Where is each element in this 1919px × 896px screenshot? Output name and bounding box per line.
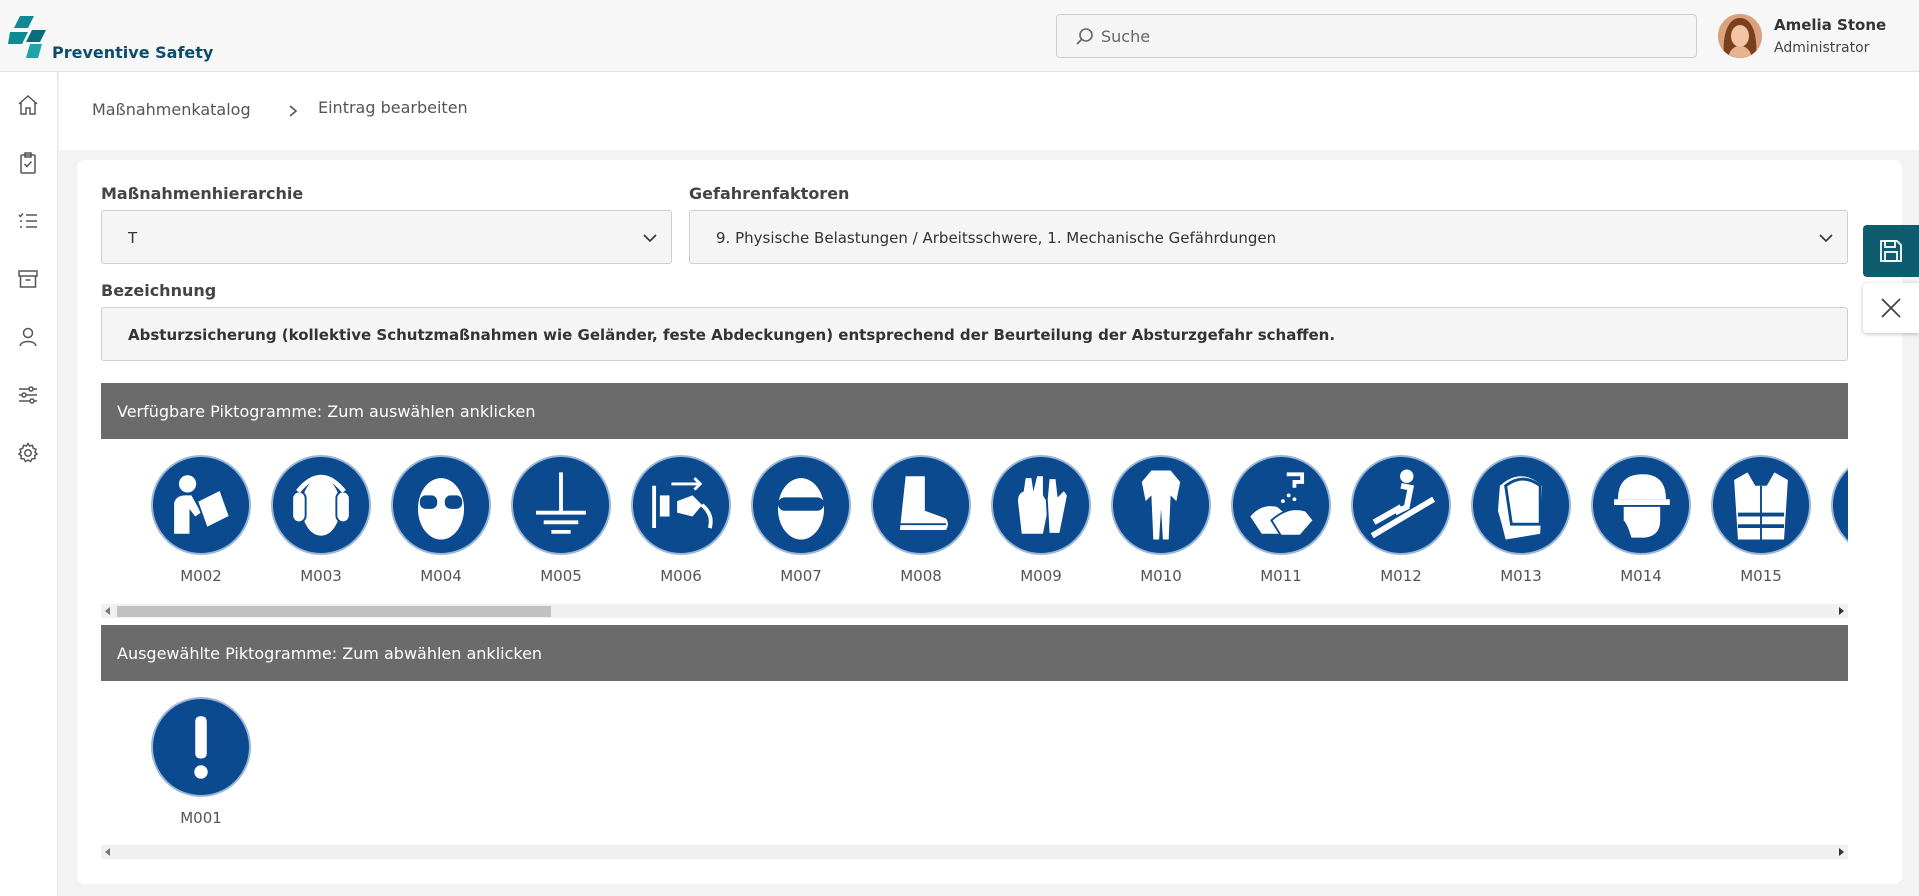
hierarchy-value: T <box>128 229 138 247</box>
pictogram-code: M001 <box>180 809 222 827</box>
use-handrail-icon <box>1351 455 1451 555</box>
close-button[interactable] <box>1863 283 1919 333</box>
hierarchy-label: Maßnahmenhierarchie <box>101 184 304 203</box>
pictogram-m013[interactable]: M013 <box>1471 455 1571 591</box>
designation-label: Bezeichnung <box>101 281 217 300</box>
pictogram-m009[interactable]: M009 <box>991 455 1091 591</box>
ground-terminal-icon <box>511 455 611 555</box>
designation-field[interactable]: Absturzsicherung (kollektive Schutzmaßna… <box>101 307 1848 361</box>
archive-icon[interactable] <box>15 266 41 292</box>
selected-scrollbar[interactable] <box>101 845 1848 859</box>
pictogram-circle <box>1831 455 1848 555</box>
pictogram-m005[interactable]: M005 <box>511 455 611 591</box>
ear-protection-icon <box>271 455 371 555</box>
user-role: Administrator <box>1774 40 1870 56</box>
pictogram-m004[interactable]: M004 <box>391 455 491 591</box>
scroll-right-arrow[interactable] <box>1839 848 1844 856</box>
hazards-label: Gefahrenfaktoren <box>689 184 850 203</box>
pictogram-m001[interactable]: M001 <box>151 697 251 833</box>
available-pictograms-header: Verfügbare Piktogramme: Zum auswählen an… <box>101 383 1848 439</box>
pictogram-code: M014 <box>1620 567 1662 585</box>
search-box[interactable] <box>1056 14 1697 58</box>
clipboard-check-icon[interactable] <box>15 150 41 176</box>
pictogram-m014[interactable]: M014 <box>1591 455 1691 591</box>
search-icon <box>1076 28 1093 45</box>
avatar[interactable] <box>1718 14 1762 58</box>
search-input[interactable] <box>1101 23 1681 49</box>
scroll-left-arrow[interactable] <box>105 848 110 856</box>
protective-gloves-icon <box>991 455 1091 555</box>
logo-icon <box>8 16 46 58</box>
hazards-select[interactable]: 9. Physische Belastungen / Arbeitsschwer… <box>689 210 1848 264</box>
close-icon <box>1881 298 1901 318</box>
top-header: Preventive Safety Amelia Stone Administr… <box>0 0 1919 72</box>
brand-name: Preventive Safety <box>52 43 214 62</box>
pictogram-code: M009 <box>1020 567 1062 585</box>
pictogram-code: M008 <box>900 567 942 585</box>
save-icon <box>1880 240 1902 262</box>
safety-footwear-icon <box>871 455 971 555</box>
pictogram-code: M012 <box>1380 567 1422 585</box>
gear-icon[interactable] <box>15 440 41 466</box>
selected-pictograms-header: Ausgewählte Piktogramme: Zum abwählen an… <box>101 625 1848 681</box>
pictogram-m010[interactable]: M010 <box>1111 455 1211 591</box>
hazards-value: 9. Physische Belastungen / Arbeitsschwer… <box>716 229 1277 247</box>
scroll-left-arrow[interactable] <box>105 607 110 615</box>
head-protection-icon <box>1591 455 1691 555</box>
read-manual-icon <box>151 455 251 555</box>
designation-value: Absturzsicherung (kollektive Schutzmaßna… <box>128 326 1336 344</box>
pictogram-m006[interactable]: M006 <box>631 455 731 591</box>
chevron-down-icon <box>1819 234 1833 243</box>
face-shield-icon <box>1471 455 1571 555</box>
breadcrumb-current: Eintrag bearbeiten <box>318 98 468 117</box>
available-pictograms-list: M002 M003 M004 M005 M006 M007 M008 M009 M010 M011… <box>101 455 1848 591</box>
chevron-right-icon <box>289 105 298 117</box>
user-icon[interactable] <box>15 324 41 350</box>
disconnect-plug-icon <box>631 455 731 555</box>
general-mandatory-icon <box>151 697 251 797</box>
pictogram-code: M011 <box>1260 567 1302 585</box>
breadcrumb: Maßnahmenkatalog Eintrag bearbeiten <box>59 72 1919 150</box>
sliders-icon[interactable] <box>15 382 41 408</box>
wash-hands-icon <box>1231 455 1331 555</box>
pictogram-m007[interactable]: M007 <box>751 455 851 591</box>
pictogram-m008[interactable]: M008 <box>871 455 971 591</box>
selected-pictograms-list: M001 <box>101 697 1848 833</box>
pictogram-code: M010 <box>1140 567 1182 585</box>
pictogram-code: M005 <box>540 567 582 585</box>
pictogram-partial[interactable] <box>1831 455 1848 591</box>
sidebar <box>0 72 58 896</box>
edit-entry-card: Maßnahmenhierarchie T Gefahrenfaktoren 9… <box>77 160 1902 884</box>
user-name[interactable]: Amelia Stone <box>1774 16 1886 34</box>
pictogram-m002[interactable]: M002 <box>151 455 251 591</box>
hierarchy-select[interactable]: T <box>101 210 672 264</box>
pictogram-code: M013 <box>1500 567 1542 585</box>
high-visibility-clothing-icon <box>1711 455 1811 555</box>
checklist-icon[interactable] <box>15 208 41 234</box>
pictogram-code: M007 <box>780 567 822 585</box>
pictogram-m003[interactable]: M003 <box>271 455 371 591</box>
pictogram-code: M002 <box>180 567 222 585</box>
pictogram-code: M006 <box>660 567 702 585</box>
protective-clothing-icon <box>1111 455 1211 555</box>
pictogram-code: M015 <box>1740 567 1782 585</box>
pictogram-m015[interactable]: M015 <box>1711 455 1811 591</box>
scroll-right-arrow[interactable] <box>1839 607 1844 615</box>
available-scrollbar[interactable] <box>101 604 1848 618</box>
home-icon[interactable] <box>15 92 41 118</box>
pictogram-m012[interactable]: M012 <box>1351 455 1451 591</box>
opaque-eye-protection-icon <box>751 455 851 555</box>
breadcrumb-parent-link[interactable]: Maßnahmenkatalog <box>92 100 251 119</box>
pictogram-m011[interactable]: M011 <box>1231 455 1331 591</box>
chevron-down-icon <box>643 234 657 243</box>
eye-protection-icon <box>391 455 491 555</box>
save-button[interactable] <box>1863 225 1919 277</box>
pictogram-code: M003 <box>300 567 342 585</box>
pictogram-code: M004 <box>420 567 462 585</box>
scroll-thumb[interactable] <box>117 606 551 617</box>
